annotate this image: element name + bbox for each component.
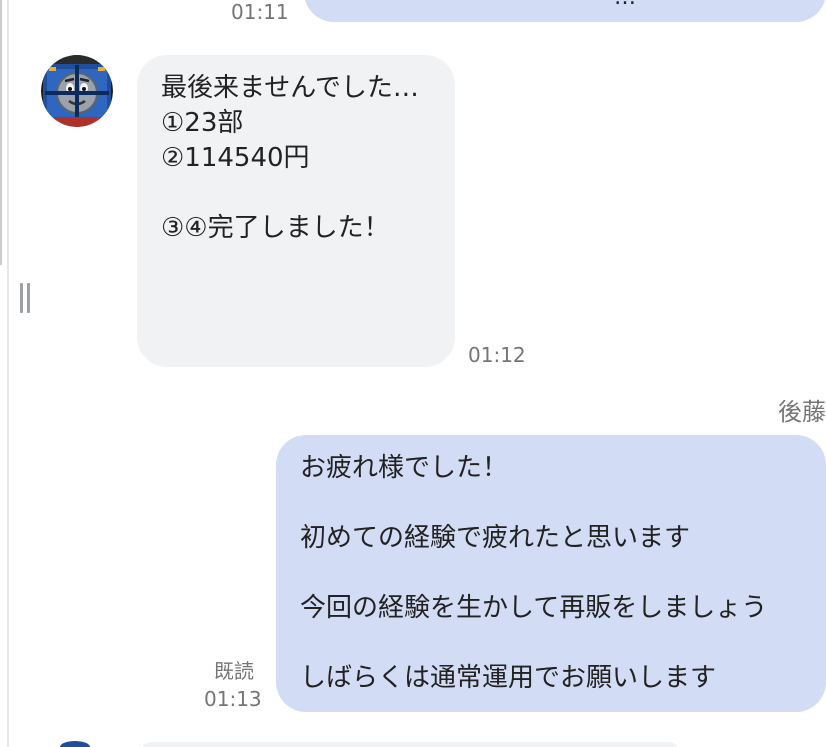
chat-transcript: … 01:11 — [0, 0, 826, 747]
message-line: お疲れ様でした！ — [300, 453, 509, 483]
next-message-edge — [60, 741, 90, 747]
message-line: ③④完了しました！ — [161, 213, 390, 243]
message-time: 01:12 — [468, 343, 526, 367]
sender-name: 後藤 — [778, 398, 826, 426]
message-line: しばらくは通常運用でお願いします — [300, 663, 717, 693]
message-line: 最後来ませんでした… — [161, 73, 419, 103]
message-line — [161, 176, 455, 211]
message-line — [300, 556, 826, 591]
pane-divider — [7, 0, 9, 747]
message-line: ②114540円 — [161, 143, 310, 173]
message-line: 初めての経験で疲れたと思います — [300, 523, 691, 553]
message-time: 01:11 — [231, 0, 289, 24]
window-edge — [0, 0, 2, 265]
next-message-bubble-edge — [140, 742, 680, 747]
resize-handle-icon[interactable] — [18, 283, 32, 313]
message-time: 01:13 — [204, 687, 262, 711]
message-line — [300, 626, 826, 661]
message-bubble: … — [304, 0, 826, 22]
avatar[interactable] — [41, 55, 113, 127]
message-line: ①23部 — [161, 108, 244, 138]
read-status: 既読 — [214, 659, 254, 683]
message-line: 今回の経験を生かして再販をしましょう — [300, 593, 768, 623]
message-bubble[interactable]: お疲れ様でした！ 初めての経験で疲れたと思います 今回の経験を生かして再販をしま… — [276, 435, 826, 712]
train-face-avatar-icon — [41, 55, 113, 127]
message-line — [300, 486, 826, 521]
message-bubble[interactable]: 最後来ませんでした… ①23部 ②114540円 ③④完了しました！ — [137, 55, 455, 367]
message-text-fragment: … — [614, 0, 636, 15]
